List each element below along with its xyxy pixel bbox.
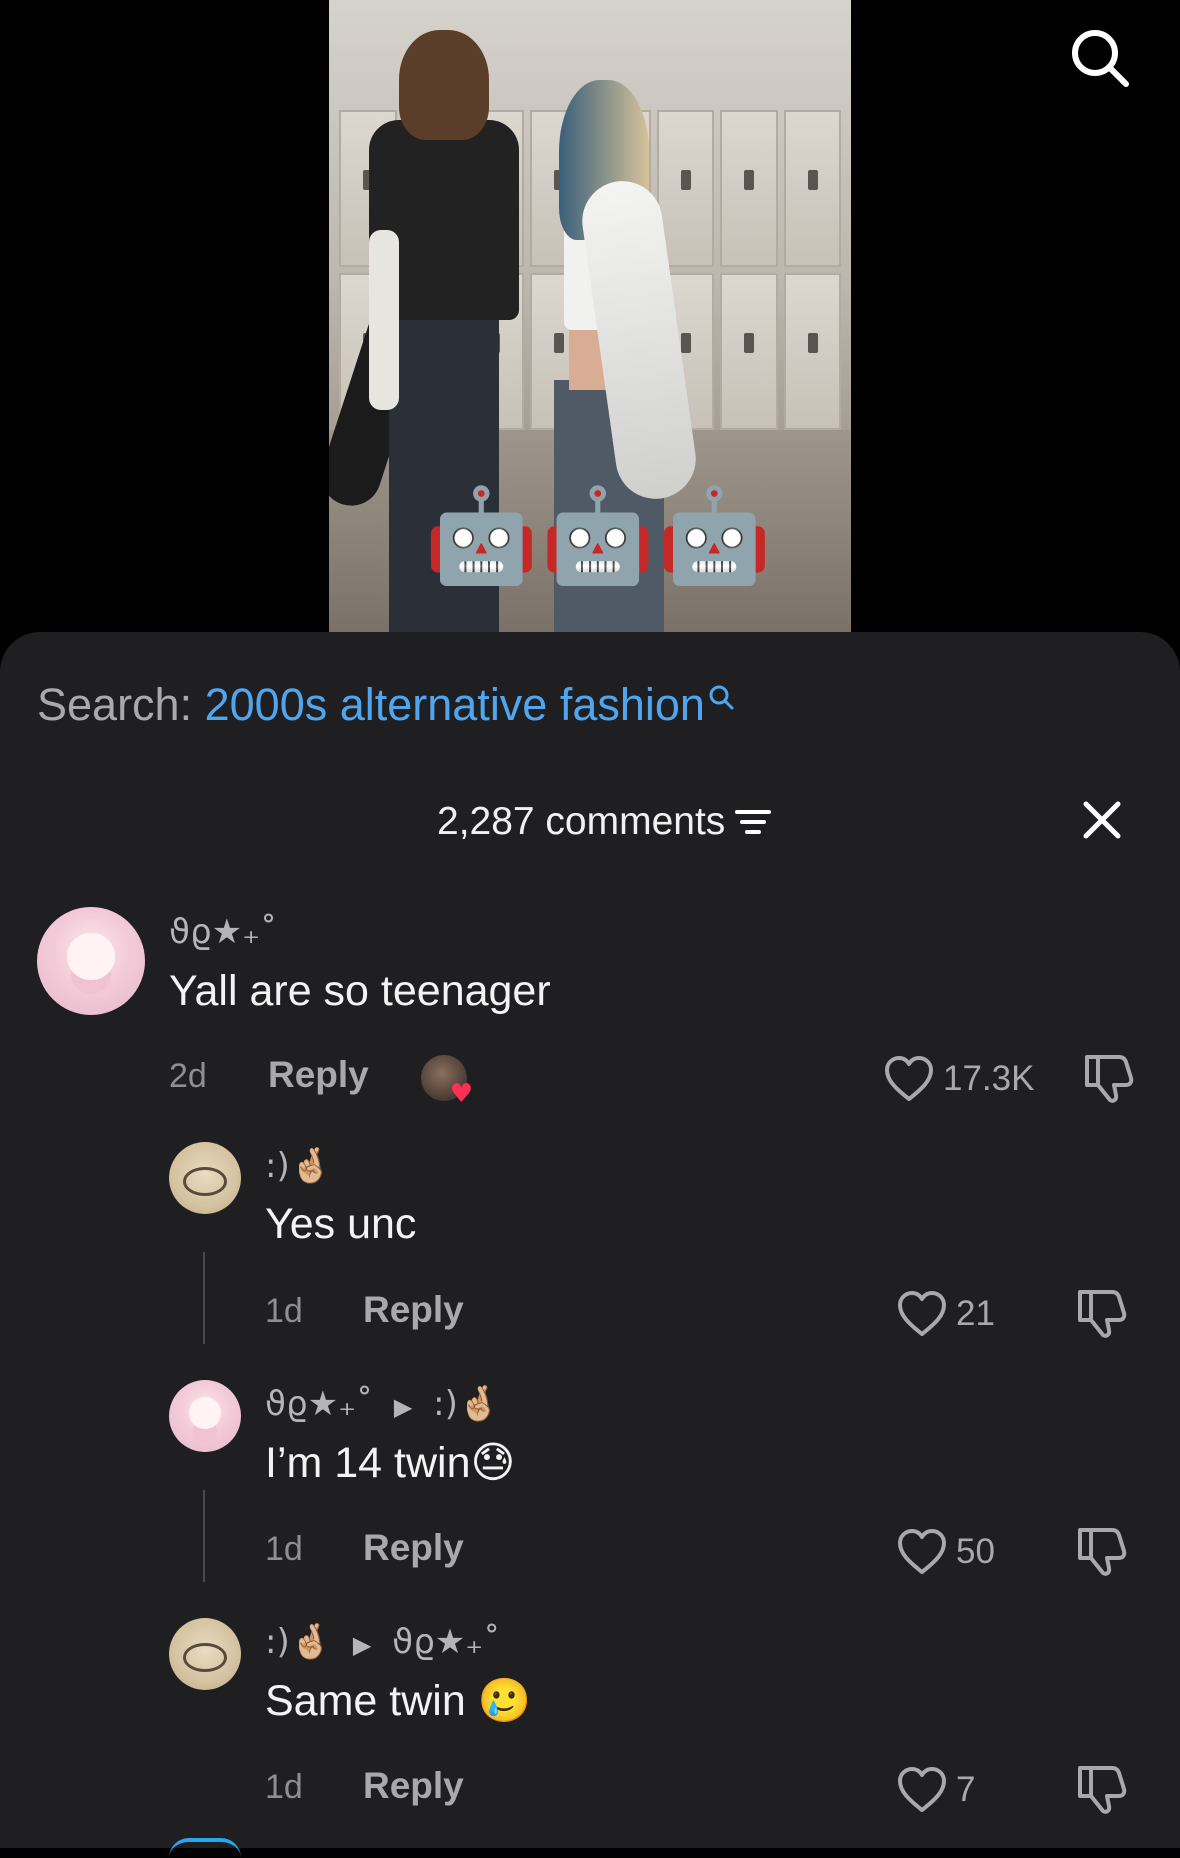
comment-text-body: Same twin xyxy=(265,1677,466,1725)
comment-text: I’m 14 twin😓 xyxy=(265,1438,515,1488)
heart-outline-icon xyxy=(898,1529,946,1574)
avatar[interactable] xyxy=(169,1380,241,1452)
search-prefix: Search: xyxy=(37,679,193,730)
close-icon[interactable] xyxy=(1080,798,1124,842)
comment-text: Same twin 🥲 xyxy=(265,1676,531,1726)
reply-arrow-icon: ▶ xyxy=(393,1393,413,1421)
search-term-link[interactable]: 2000s alternative fashion xyxy=(205,679,705,730)
comments-sheet: Search: 2000s alternative fashion 2,287 … xyxy=(0,632,1180,1848)
like-button[interactable]: 21 xyxy=(896,1290,995,1338)
comment-item: ϑϱ★₊˚ Yall are so teenager 2d Reply ♥ 17… xyxy=(0,907,1180,1107)
avatar[interactable] xyxy=(169,1618,241,1690)
reply-to-username[interactable]: ϑϱ★₊˚ xyxy=(392,1622,500,1662)
dislike-icon[interactable] xyxy=(1076,1286,1128,1340)
like-count: 17.3K xyxy=(943,1059,1035,1098)
like-count: 7 xyxy=(956,1770,976,1809)
comment-text-body: I’m 14 twin xyxy=(265,1439,471,1487)
heart-outline-icon xyxy=(898,1291,946,1336)
reply-button[interactable]: Reply xyxy=(363,1527,464,1569)
like-count: 50 xyxy=(956,1532,995,1571)
like-count: 21 xyxy=(956,1294,995,1333)
like-button[interactable]: 7 xyxy=(896,1766,975,1814)
heart-outline-icon xyxy=(885,1056,933,1101)
comment-username[interactable]: :)🤞🏼 xyxy=(265,1146,332,1186)
search-suggestion[interactable]: Search: 2000s alternative fashion xyxy=(37,680,735,730)
heart-icon: ♥ xyxy=(449,1079,473,1109)
avatar[interactable] xyxy=(169,1142,241,1214)
comment-count-label: 2,287 comments xyxy=(437,800,726,843)
search-suggestion-icon xyxy=(709,685,734,710)
search-icon[interactable] xyxy=(1068,26,1132,90)
comment-age: 1d xyxy=(265,1292,303,1330)
comment-username[interactable]: ϑϱ★₊˚ ▶ :)🤞🏼 xyxy=(265,1384,500,1424)
robot-emoji-overlay: 🤖🤖🤖 xyxy=(424,482,774,589)
heart-outline-icon xyxy=(898,1767,946,1812)
reply-item: ϑϱ★₊˚ ▶ :)🤞🏼 I’m 14 twin😓 1d Reply 50 xyxy=(0,1380,1180,1600)
reply-item: :)🤞🏼 Yes unc 1d Reply 21 xyxy=(0,1142,1180,1362)
sort-filter-icon[interactable] xyxy=(733,805,773,839)
comment-emoji: 😓 xyxy=(470,1438,516,1488)
comment-author[interactable]: ϑϱ★₊˚ xyxy=(265,1384,373,1424)
comment-text: Yes unc xyxy=(265,1200,417,1248)
thread-line xyxy=(203,1490,205,1582)
comment-count: 2,287 comments xyxy=(437,800,773,844)
reply-arrow-icon: ▶ xyxy=(352,1631,372,1659)
reply-to-username[interactable]: :)🤞🏼 xyxy=(433,1384,500,1424)
reply-button[interactable]: Reply xyxy=(363,1289,464,1331)
reply-item: :)🤞🏼 ▶ ϑϱ★₊˚ Same twin 🥲 1d Reply 7 xyxy=(0,1618,1180,1838)
creator-liked-avatar: ♥ xyxy=(421,1055,473,1107)
comment-age: 2d xyxy=(169,1057,207,1095)
comment-username[interactable]: :)🤞🏼 ▶ ϑϱ★₊˚ xyxy=(265,1622,500,1662)
comment-age: 1d xyxy=(265,1768,303,1806)
video-player[interactable]: 🤖🤖🤖 xyxy=(329,0,851,632)
comment-author[interactable]: :)🤞🏼 xyxy=(265,1622,332,1662)
dislike-icon[interactable] xyxy=(1083,1051,1135,1105)
dislike-icon[interactable] xyxy=(1076,1762,1128,1816)
thread-line xyxy=(203,1252,205,1344)
comment-emoji: 🥲 xyxy=(477,1676,532,1726)
comment-username[interactable]: ϑϱ★₊˚ xyxy=(169,912,277,952)
dislike-icon[interactable] xyxy=(1076,1524,1128,1578)
reply-button[interactable]: Reply xyxy=(268,1054,369,1096)
reply-button[interactable]: Reply xyxy=(363,1765,464,1807)
comment-age: 1d xyxy=(265,1530,303,1568)
avatar[interactable] xyxy=(37,907,145,1015)
like-button[interactable]: 17.3K xyxy=(883,1055,1034,1103)
comments-header: 2,287 comments xyxy=(0,792,1180,852)
comment-text: Yall are so teenager xyxy=(169,967,551,1015)
next-avatar-peek xyxy=(169,1838,241,1858)
like-button[interactable]: 50 xyxy=(896,1528,995,1576)
